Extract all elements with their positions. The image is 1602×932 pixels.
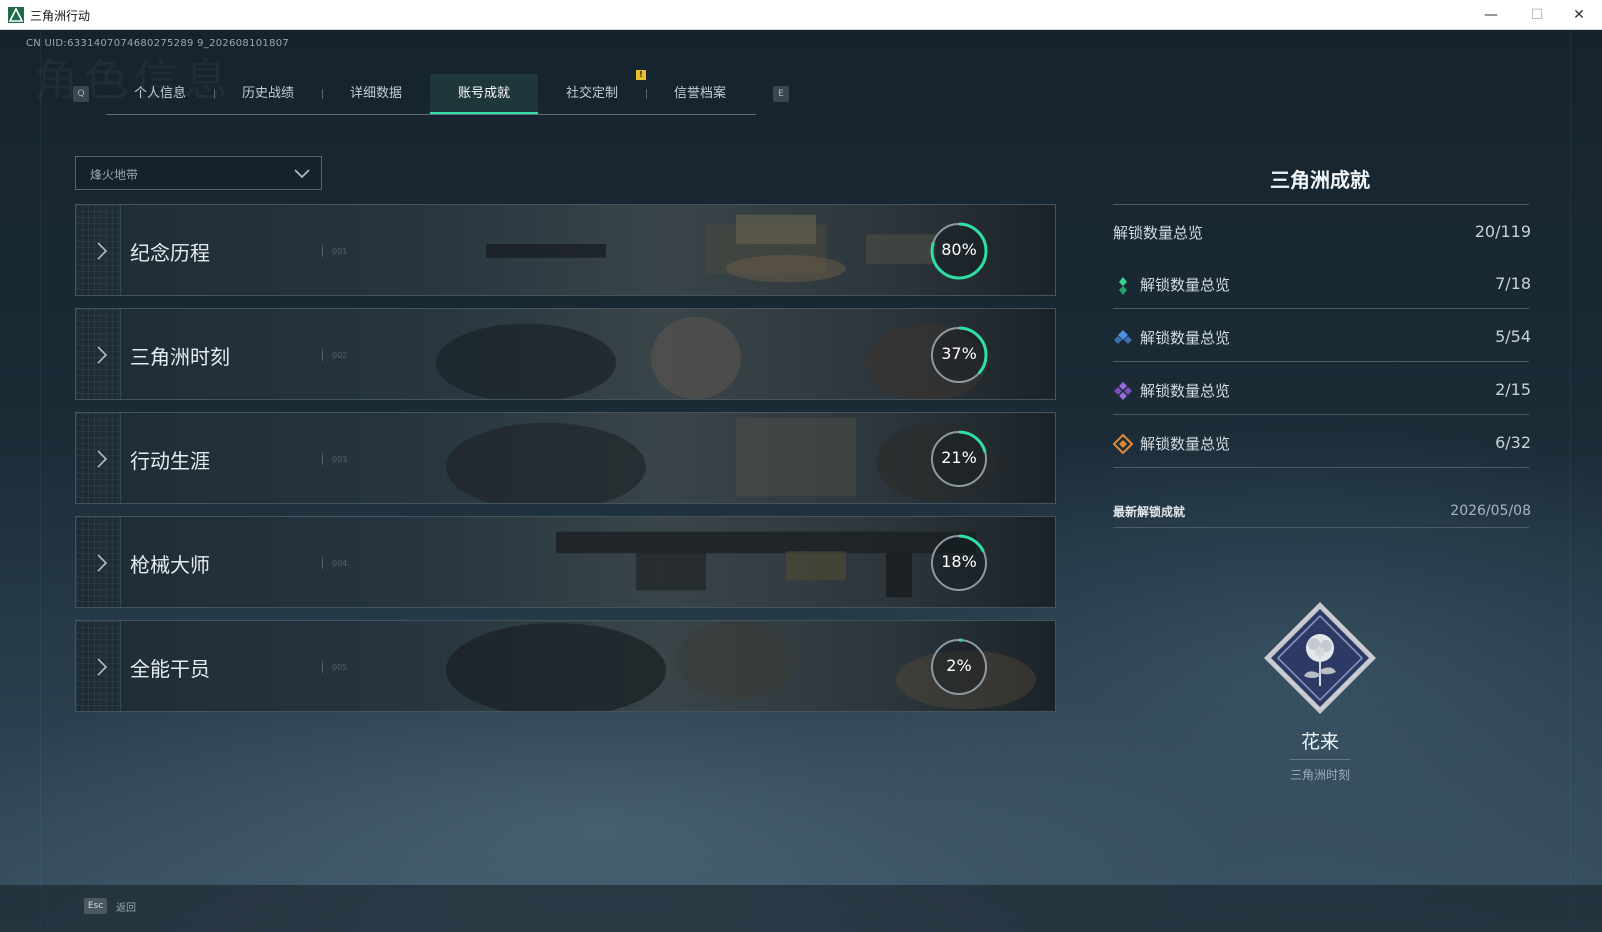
chevron-right-icon <box>97 450 108 468</box>
rarity-row-value: 2/15 <box>1495 380 1531 399</box>
tab-achievements[interactable]: 账号成就 <box>430 74 538 114</box>
tab-match-history[interactable]: 历史战绩 <box>214 74 322 114</box>
blue-diamond-icon <box>1114 330 1132 344</box>
row-tick <box>322 661 323 673</box>
rarity-row-label: 解锁数量总览 <box>1140 435 1231 453</box>
next-tab-key[interactable]: E <box>773 86 789 102</box>
category-code: 001 <box>332 247 348 256</box>
tab-detailed-data[interactable]: 详细数据 <box>322 74 430 114</box>
esc-key-button[interactable]: Esc <box>84 898 107 914</box>
latest-achievement-name: 花来 <box>1300 731 1339 753</box>
mode-select-value: 烽火地带 <box>90 168 139 182</box>
row-tick <box>322 557 323 569</box>
uid-text: CN UID:6331407074680275289 9_20260810180… <box>26 38 290 49</box>
tab-personal-info[interactable]: 个人信息 <box>106 74 214 114</box>
prev-tab-key[interactable]: Q <box>73 86 89 102</box>
notice-badge-icon: ! <box>636 70 646 80</box>
orange-diamond-icon <box>1113 434 1133 454</box>
category-code: 002 <box>332 351 348 360</box>
row-tick <box>322 349 323 361</box>
progress-percent: 37% <box>941 344 977 363</box>
maximize-button[interactable]: ☐ <box>1514 0 1560 30</box>
achievement-category-all-round-operator[interactable]: 全能干员 005 2% <box>75 620 1056 712</box>
category-code: 005 <box>332 663 348 672</box>
grid-line <box>1570 30 1571 932</box>
chevron-right-icon <box>97 242 108 260</box>
category-code: 003 <box>332 455 348 464</box>
tab-bar: 个人信息 历史战绩 详细数据 账号成就 社交定制 信誉档案 <box>106 74 756 115</box>
tab-credit-record[interactable]: 信誉档案 <box>646 74 754 114</box>
mode-select[interactable]: 烽火地带 <box>75 156 322 190</box>
divider <box>1113 414 1529 415</box>
overview-label: 解锁数量总览 <box>1113 224 1204 242</box>
category-code: 004 <box>332 559 348 568</box>
purple-diamond-icon <box>1114 382 1132 400</box>
game-viewport: 角色信息 CN UID:6331407074680275289 9_202608… <box>0 30 1602 932</box>
category-label: 三角洲时刻 <box>130 345 230 369</box>
achievement-category-career[interactable]: 行动生涯 003 21% <box>75 412 1056 504</box>
achievement-category-delta-moments[interactable]: 三角洲时刻 002 37% <box>75 308 1056 400</box>
rarity-row-label: 解锁数量总览 <box>1140 329 1231 347</box>
category-label: 纪念历程 <box>130 241 210 265</box>
row-tick <box>322 453 323 465</box>
progress-percent: 2% <box>946 656 972 675</box>
category-label: 全能干员 <box>130 657 210 681</box>
overview-value: 20/119 <box>1474 222 1531 241</box>
progress-percent: 80% <box>941 240 977 259</box>
grid-line <box>40 30 41 932</box>
close-button[interactable]: ✕ <box>1556 0 1602 30</box>
chevron-right-icon <box>97 658 108 676</box>
latest-achievement-date: 2026/05/08 <box>1450 503 1531 519</box>
latest-achievement-category: 三角洲时刻 <box>1289 768 1350 782</box>
minimize-button[interactable]: — <box>1468 0 1514 30</box>
chevron-right-icon <box>97 554 108 572</box>
rarity-row-value: 5/54 <box>1495 327 1531 346</box>
rarity-row-value: 6/32 <box>1495 433 1531 452</box>
divider <box>1113 361 1529 362</box>
divider <box>1290 759 1350 760</box>
progress-percent: 18% <box>941 552 977 571</box>
window-title: 三角洲行动 <box>30 9 91 23</box>
tab-social-custom[interactable]: 社交定制 <box>538 74 646 114</box>
category-label: 行动生涯 <box>130 449 210 473</box>
rarity-row-value: 7/18 <box>1495 274 1531 293</box>
window-titlebar: 三角洲行动 — ☐ ✕ <box>0 0 1602 30</box>
green-diamond-icon <box>1119 277 1127 295</box>
chevron-right-icon <box>97 346 108 364</box>
category-label: 枪械大师 <box>130 553 210 577</box>
progress-percent: 21% <box>941 448 977 467</box>
panel-title: 三角洲成就 <box>1270 168 1370 192</box>
chevron-down-icon <box>294 169 310 179</box>
back-label[interactable]: 返回 <box>116 899 136 914</box>
row-tick <box>322 245 323 257</box>
rarity-row-label: 解锁数量总览 <box>1140 276 1231 294</box>
rose-badge-icon <box>1264 602 1376 714</box>
achievement-category-memorial[interactable]: 纪念历程 001 80% <box>75 204 1056 296</box>
divider <box>1113 204 1529 205</box>
divider <box>1113 308 1529 309</box>
divider <box>1113 527 1529 528</box>
rarity-row-label: 解锁数量总览 <box>1140 382 1231 400</box>
app-logo-icon <box>8 7 24 23</box>
achievement-category-weapon-master[interactable]: 枪械大师 004 18% <box>75 516 1056 608</box>
divider <box>1113 467 1529 468</box>
latest-achievement-label: 最新解锁成就 <box>1113 505 1186 519</box>
achievement-badge[interactable] <box>1262 600 1378 716</box>
bottom-bar <box>0 885 1602 932</box>
